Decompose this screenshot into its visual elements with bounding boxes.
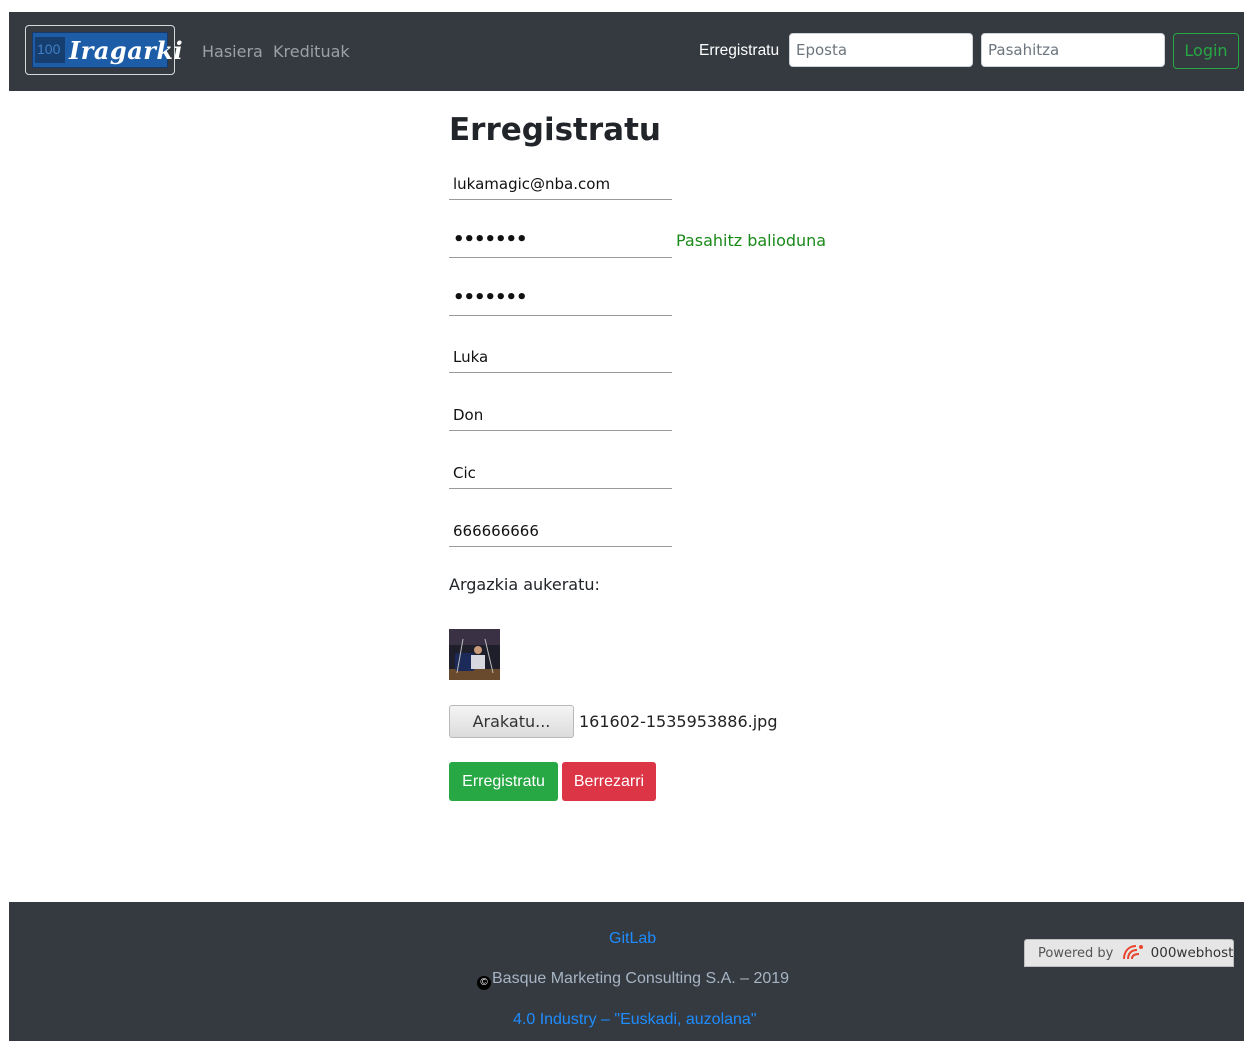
photo-preview-thumbnail (449, 629, 500, 680)
email-field[interactable]: lukamagic@nba.com (449, 170, 672, 200)
submit-register-button[interactable]: Erregistratu (449, 762, 558, 801)
photo-label: Argazkia aukeratu: (449, 575, 600, 594)
footer: GitLab © Basque Marketing Consulting S.A.… (9, 902, 1244, 1041)
copyright-label: Basque Marketing Consulting S.A. – 2019 (492, 970, 790, 987)
copyright-icon: © (477, 976, 491, 990)
navbar: 100 Iragarki Hasiera Kredituak Erregistr… (9, 12, 1244, 91)
brand-logo[interactable]: 100 Iragarki (25, 25, 183, 75)
nav-register-link[interactable]: Erregistratu (699, 42, 779, 60)
login-button[interactable]: Login (1173, 33, 1239, 69)
phone-field[interactable]: 666666666 (449, 517, 672, 547)
selected-file-name: 161602-1535953886.jpg (579, 712, 778, 731)
brand-name: Iragarki (69, 36, 184, 65)
nav-link-hasiera[interactable]: Hasiera (202, 42, 263, 61)
page-margin (0, 0, 9, 1041)
login-email-input[interactable]: Eposta (789, 33, 973, 67)
brand-number: 100 (37, 41, 61, 57)
powered-by-label: Powered by (1038, 946, 1114, 961)
page-title: Erregistratu (449, 112, 661, 148)
powered-by-host: 000webhost (1150, 945, 1234, 961)
browse-file-button[interactable]: Arakatu... (449, 705, 574, 738)
copyright-text: © Basque Marketing Consulting S.A. – 2019 (477, 970, 789, 990)
last-name-1-field[interactable]: Don (449, 401, 672, 431)
gitlab-link[interactable]: GitLab (609, 930, 656, 948)
password-valid-message: Pasahitz balioduna (676, 231, 827, 250)
last-name-2-field[interactable]: Cic (449, 459, 672, 489)
webhost-logo-icon (1121, 943, 1145, 971)
password-field[interactable]: ••••••• (449, 228, 672, 258)
industry-link[interactable]: 4.0 Industry – "Euskadi, auzolana" (513, 1011, 757, 1029)
login-password-input[interactable]: Pasahitza (981, 33, 1165, 67)
powered-by-badge[interactable]: Powered by 000webhost (1024, 939, 1234, 967)
brand-badge: 100 Iragarki (32, 32, 183, 68)
reset-button[interactable]: Berrezarri (562, 762, 656, 801)
password-repeat-field[interactable]: ••••••• (449, 286, 672, 316)
nav-link-kredituak[interactable]: Kredituak (273, 42, 350, 61)
first-name-field[interactable]: Luka (449, 343, 672, 373)
